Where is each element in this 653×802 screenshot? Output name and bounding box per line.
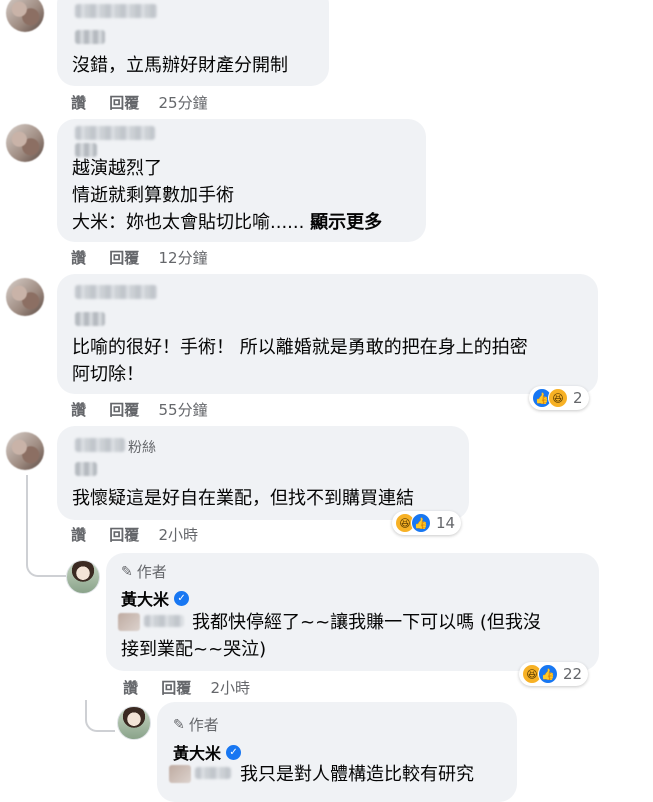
- commenter-avatar[interactable]: [6, 124, 44, 162]
- author-avatar[interactable]: [117, 706, 151, 740]
- reactions-badge[interactable]: 😆 👍 14: [392, 511, 462, 535]
- commenter-badge-label: 粉絲: [128, 440, 156, 456]
- reply-link[interactable]: 回覆: [109, 399, 139, 420]
- comment-text: 大米：妳也太會貼切比喻......: [72, 212, 305, 233]
- comment-text-line: 阿切除！: [72, 364, 144, 385]
- commenter-name-blurred[interactable]: [75, 438, 125, 452]
- author-badge: ✎ 作者: [173, 714, 219, 735]
- reaction-count: 14: [436, 514, 456, 532]
- comment-text-line: 情逝就剩算數加手術: [72, 185, 234, 206]
- comment-text: 沒錯，立馬辦好財產分開制: [72, 55, 288, 76]
- mention-avatar-blurred: [118, 613, 140, 631]
- commenter-avatar[interactable]: [6, 278, 44, 316]
- author-label-text: 作者: [188, 716, 219, 734]
- reactions-badge[interactable]: 😆 👍 22: [519, 662, 589, 686]
- comment-actions: 讚 回覆 2小時: [71, 524, 198, 545]
- author-label-text: 作者: [136, 563, 167, 581]
- comment-actions: 讚 回覆 55分鐘: [71, 399, 208, 420]
- pencil-icon: ✎: [173, 716, 185, 733]
- comment-actions: 讚 回覆 25分鐘: [71, 92, 208, 113]
- reaction-count: 22: [563, 665, 583, 683]
- comment-time[interactable]: 12分鐘: [159, 247, 208, 268]
- comment-text: 我懷疑這是好自在業配，但找不到購買連結: [72, 488, 414, 509]
- commenter-name-blurred[interactable]: [75, 4, 157, 18]
- thread-connector: [85, 700, 115, 732]
- author-name[interactable]: 黃大米 ✓: [173, 740, 242, 764]
- verified-badge-icon: ✓: [174, 590, 190, 606]
- reply-actions: 讚 回覆 2小時: [123, 677, 250, 698]
- mention-name-blurred[interactable]: [144, 615, 184, 627]
- author-avatar[interactable]: [66, 560, 100, 594]
- reply-link[interactable]: 回覆: [109, 524, 139, 545]
- verified-badge-icon: ✓: [226, 744, 242, 760]
- like-icon: 👍: [411, 513, 431, 533]
- like-icon: 👍: [538, 664, 558, 684]
- comment-time[interactable]: 25分鐘: [159, 92, 208, 113]
- commenter-name-blurred[interactable]: [75, 285, 157, 299]
- reply-text-line: 接到業配~~哭泣): [121, 639, 267, 660]
- commenter-badge-blurred: [75, 30, 105, 44]
- mention-name-blurred[interactable]: [195, 767, 231, 779]
- reply-link[interactable]: 回覆: [161, 677, 191, 698]
- reply-text-line: 我只是對人體構造比較有研究: [240, 764, 474, 785]
- pencil-icon: ✎: [121, 563, 133, 580]
- author-name-text[interactable]: 黃大米: [121, 586, 169, 610]
- see-more-link[interactable]: 顯示更多: [310, 212, 382, 233]
- comment-time[interactable]: 55分鐘: [159, 399, 208, 420]
- like-link[interactable]: 讚: [71, 92, 86, 113]
- comment-text-line: 越演越烈了: [72, 158, 162, 179]
- reactions-badge[interactable]: 👍 😆 2: [529, 386, 589, 410]
- haha-icon: 😆: [548, 388, 568, 408]
- reply-text-line: 我都快停經了~~讓我賺一下可以嗎 (但我沒: [192, 612, 541, 633]
- commenter-badge-blurred: [75, 312, 105, 326]
- comment-text-line: 比喻的很好！手術！ 所以離婚就是勇敢的把在身上的拍密: [72, 337, 528, 358]
- author-name-text[interactable]: 黃大米: [173, 740, 221, 764]
- author-name[interactable]: 黃大米 ✓: [121, 586, 190, 610]
- author-badge: ✎ 作者: [121, 561, 167, 582]
- comment-time[interactable]: 2小時: [159, 524, 199, 545]
- like-link[interactable]: 讚: [71, 524, 86, 545]
- like-link[interactable]: 讚: [123, 677, 138, 698]
- thread-connector: [26, 475, 66, 577]
- mention-avatar-blurred: [169, 765, 191, 783]
- like-link[interactable]: 讚: [71, 399, 86, 420]
- reply-link[interactable]: 回覆: [109, 247, 139, 268]
- comment-text-line: 大米：妳也太會貼切比喻...... 顯示更多: [72, 209, 382, 236]
- commenter-avatar[interactable]: [6, 432, 44, 470]
- reply-link[interactable]: 回覆: [109, 92, 139, 113]
- commenter-badge-blurred: [75, 462, 97, 476]
- comment-actions: 讚 回覆 12分鐘: [71, 247, 208, 268]
- reply-time[interactable]: 2小時: [211, 677, 251, 698]
- reaction-count: 2: [573, 389, 583, 407]
- commenter-name-blurred[interactable]: [75, 126, 155, 140]
- commenter-avatar[interactable]: [6, 0, 44, 32]
- like-link[interactable]: 讚: [71, 247, 86, 268]
